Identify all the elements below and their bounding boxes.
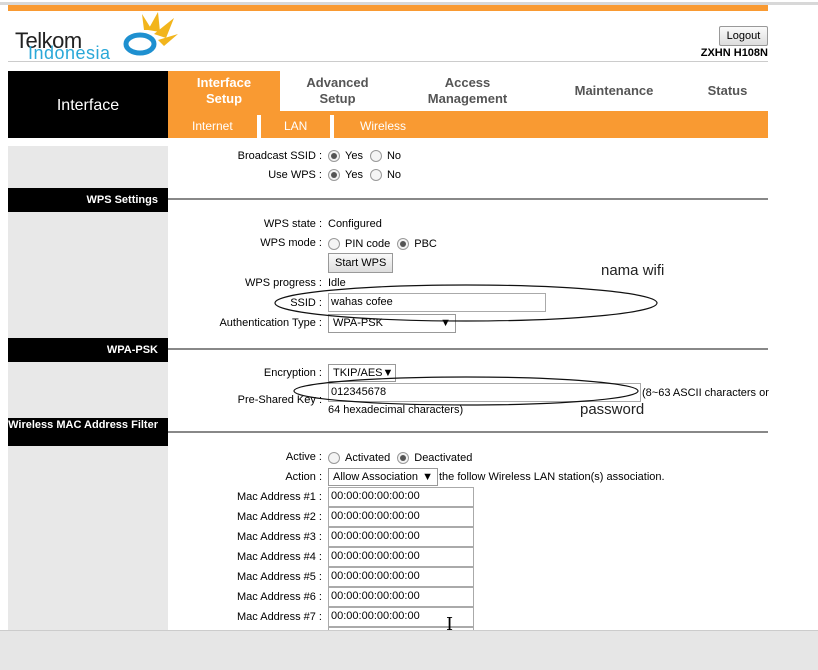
ssid-annotation-note: nama wifi — [601, 262, 665, 279]
annotation-layer — [274, 284, 658, 406]
ssid-annotation-ellipse — [274, 284, 658, 322]
browser-status-area — [0, 630, 818, 670]
psk-annotation-note: password — [580, 401, 645, 418]
